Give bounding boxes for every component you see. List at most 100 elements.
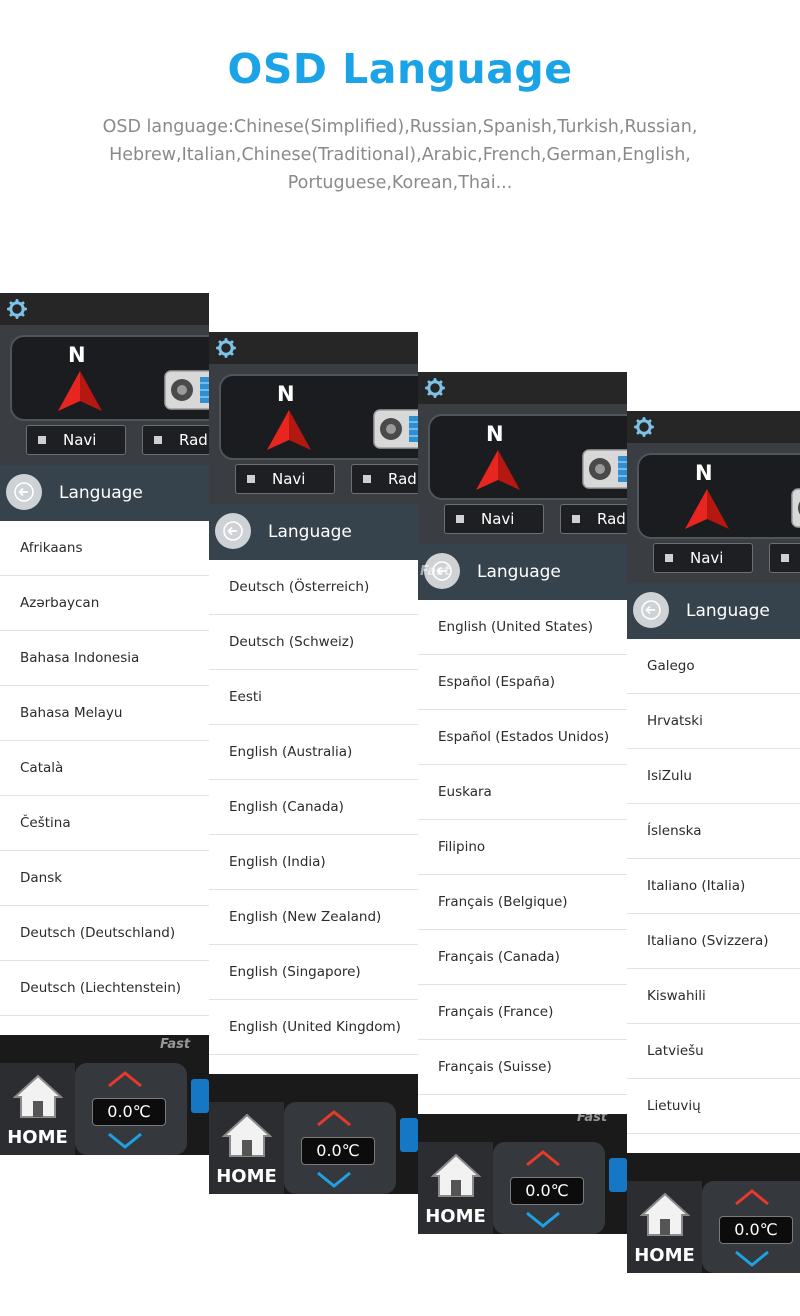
compass-north-label: N <box>68 343 86 367</box>
navi-label: Navi <box>481 510 515 528</box>
radio-button[interactable]: Radio <box>142 425 209 455</box>
description-line: Hebrew,Italian,Chinese(Traditional),Arab… <box>109 145 691 165</box>
language-item[interactable]: Français (Canada) <box>418 930 627 985</box>
language-item[interactable]: Español (España) <box>418 655 627 710</box>
indicator-dot <box>363 475 371 483</box>
temperature-up-button[interactable] <box>314 1108 354 1128</box>
back-button[interactable] <box>6 474 42 510</box>
navi-button[interactable]: Navi <box>444 504 544 534</box>
dashboard: N <box>209 364 418 504</box>
status-bar: 19:16 2017/12/19 <box>209 332 418 364</box>
temperature-down-button[interactable] <box>732 1249 772 1269</box>
language-item[interactable]: Azərbaycan <box>0 576 209 631</box>
radio-button[interactable] <box>769 543 800 573</box>
language-item[interactable]: Català <box>0 741 209 796</box>
language-list[interactable]: Galego Hrvatski IsiZulu Íslenska Italiano (I… <box>627 639 800 1134</box>
headline: OSD Language <box>227 45 573 93</box>
navi-button[interactable]: Navi <box>653 543 753 573</box>
screenshot-panel: 19:15 2017/12/19 N <box>0 293 209 1155</box>
gear-icon[interactable] <box>425 378 445 398</box>
language-list[interactable]: Deutsch (Österreich) Deutsch (Schweiz) Ees… <box>209 560 418 1055</box>
language-list[interactable]: English (United States) Español (España) E… <box>418 600 627 1150</box>
language-item[interactable]: Français (Belgique) <box>418 875 627 930</box>
language-item[interactable]: Čeština <box>0 796 209 851</box>
language-item[interactable]: Hrvatski <box>627 694 800 749</box>
screenshot-panel: N <box>627 411 800 1273</box>
language-item[interactable]: Afrikaans <box>0 521 209 576</box>
temperature-down-button[interactable] <box>314 1170 354 1190</box>
temperature-down-button[interactable] <box>523 1210 563 1230</box>
temperature-up-button[interactable] <box>523 1148 563 1168</box>
climate-control: 0.0℃ <box>284 1102 396 1194</box>
language-item[interactable]: Italiano (Italia) <box>627 859 800 914</box>
gear-icon[interactable] <box>216 338 236 358</box>
radio-button[interactable]: Radio <box>560 504 627 534</box>
language-item[interactable]: Deutsch (Schweiz) <box>209 615 418 670</box>
home-button[interactable]: HOME <box>418 1142 493 1234</box>
language-item[interactable]: English (United States) <box>418 600 627 655</box>
back-button[interactable] <box>633 592 669 628</box>
home-button[interactable]: HOME <box>209 1102 284 1194</box>
bottom-bar-top <box>209 1074 418 1102</box>
language-item[interactable]: Filipino <box>418 820 627 875</box>
language-item[interactable]: Kiswahili <box>627 969 800 1024</box>
language-item[interactable]: Galego <box>627 639 800 694</box>
language-item[interactable]: Bahasa Melayu <box>0 686 209 741</box>
language-item[interactable]: Deutsch (Österreich) <box>209 560 418 615</box>
language-item[interactable]: English (India) <box>209 835 418 890</box>
language-item[interactable]: Deutsch (Deutschland) <box>0 906 209 961</box>
language-item[interactable]: IsiZulu <box>627 749 800 804</box>
temperature-up-button[interactable] <box>105 1069 145 1089</box>
temperature-display: 0.0℃ <box>719 1216 793 1244</box>
language-item[interactable]: Lietuvių <box>627 1079 800 1134</box>
indicator-dot <box>665 554 673 562</box>
language-item[interactable]: Bahasa Indonesia <box>0 631 209 686</box>
language-item[interactable]: Dansk <box>0 851 209 906</box>
gear-icon[interactable] <box>634 417 654 437</box>
language-item[interactable]: Français (Suisse) <box>418 1040 627 1095</box>
compass-arrow-icon <box>267 410 311 450</box>
language-item[interactable]: Íslenska <box>627 804 800 859</box>
fan-control-button[interactable] <box>609 1158 627 1192</box>
temperature-down-button[interactable] <box>105 1131 145 1151</box>
title-bar: Language <box>0 465 209 521</box>
description: OSD language:Chinese(Simplified),Russian… <box>70 113 730 197</box>
temperature-up-button[interactable] <box>732 1187 772 1207</box>
fan-control-button[interactable] <box>400 1118 418 1152</box>
language-item[interactable]: English (New Zealand) <box>209 890 418 945</box>
language-item[interactable]: English (Canada) <box>209 780 418 835</box>
navigation-display: N <box>637 453 800 539</box>
navi-button[interactable]: Navi <box>235 464 335 494</box>
language-item[interactable]: Eesti <box>209 670 418 725</box>
home-label: HOME <box>425 1206 486 1227</box>
home-button[interactable]: HOME <box>0 1063 75 1155</box>
language-item[interactable]: Latviešu <box>627 1024 800 1079</box>
indicator-dot <box>572 515 580 523</box>
language-item[interactable]: English (Australia) <box>209 725 418 780</box>
page-title: Language <box>268 522 352 542</box>
radio-label: Radio <box>388 470 418 488</box>
title-bar: Language <box>627 583 800 639</box>
language-item[interactable]: English (Singapore) <box>209 945 418 1000</box>
home-button[interactable]: HOME <box>627 1181 702 1273</box>
radio-icon <box>164 370 209 410</box>
watermark-text: Fast <box>420 564 451 579</box>
language-item[interactable]: English (United Kingdom) <box>209 1000 418 1055</box>
language-item[interactable]: Italiano (Svizzera) <box>627 914 800 969</box>
page-title: Language <box>686 601 770 621</box>
navi-label: Navi <box>272 470 306 488</box>
language-item[interactable]: Français (France) <box>418 985 627 1040</box>
language-item[interactable]: Euskara <box>418 765 627 820</box>
language-item[interactable]: Español (Estados Unidos) <box>418 710 627 765</box>
language-list[interactable]: Afrikaans Azərbaycan Bahasa Indonesia Bahas… <box>0 521 209 1016</box>
radio-button[interactable]: Radio <box>351 464 418 494</box>
navi-button[interactable]: Navi <box>26 425 126 455</box>
dashboard: N <box>418 404 627 544</box>
radio-label: Radio <box>597 510 627 528</box>
back-button[interactable] <box>215 513 251 549</box>
language-item[interactable]: Deutsch (Liechtenstein) <box>0 961 209 1016</box>
home-icon <box>640 1192 690 1236</box>
gear-icon[interactable] <box>7 299 27 319</box>
home-label: HOME <box>7 1127 68 1148</box>
fan-control-button[interactable] <box>191 1079 209 1113</box>
